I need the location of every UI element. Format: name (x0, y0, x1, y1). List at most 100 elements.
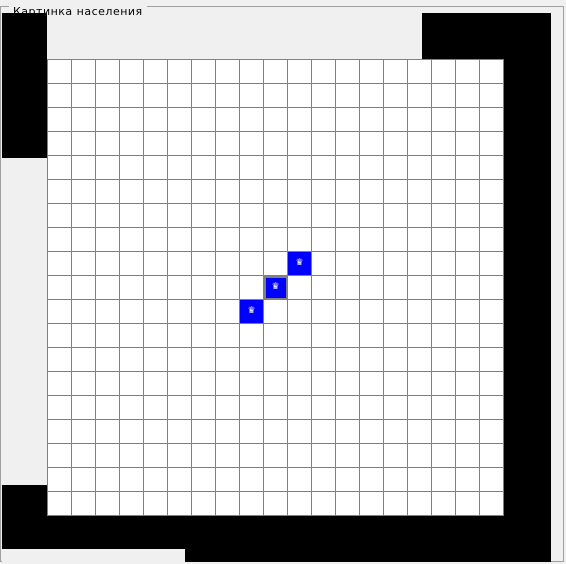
grid-cell[interactable] (264, 300, 288, 324)
grid-cell[interactable] (360, 60, 384, 84)
grid-cell[interactable] (48, 156, 72, 180)
grid-cell[interactable] (288, 444, 312, 468)
grid-cell[interactable] (312, 324, 336, 348)
grid-cell[interactable] (48, 300, 72, 324)
grid-cell[interactable] (192, 132, 216, 156)
grid-cell[interactable] (72, 324, 96, 348)
grid-cell[interactable] (48, 396, 72, 420)
grid-cell[interactable] (72, 348, 96, 372)
grid-cell[interactable] (360, 276, 384, 300)
grid-cell[interactable] (456, 60, 480, 84)
grid-cell[interactable] (312, 348, 336, 372)
grid-cell[interactable] (312, 444, 336, 468)
grid-cell[interactable] (360, 132, 384, 156)
grid-cell[interactable] (192, 372, 216, 396)
grid-cell[interactable] (168, 372, 192, 396)
grid-cell[interactable] (456, 396, 480, 420)
grid-cell[interactable] (360, 108, 384, 132)
grid-cell[interactable] (312, 228, 336, 252)
grid-cell[interactable] (384, 300, 408, 324)
grid-cell[interactable] (192, 60, 216, 84)
grid-cell[interactable] (480, 252, 504, 276)
grid-cell[interactable] (456, 468, 480, 492)
grid-cell[interactable] (72, 252, 96, 276)
grid-cell[interactable] (216, 108, 240, 132)
grid-cell[interactable] (192, 348, 216, 372)
grid-cell[interactable] (240, 372, 264, 396)
grid-cell[interactable] (408, 492, 432, 516)
grid-cell[interactable] (48, 372, 72, 396)
grid-cell[interactable] (384, 228, 408, 252)
grid-cell[interactable] (168, 324, 192, 348)
grid-cell[interactable] (456, 108, 480, 132)
grid-cell[interactable] (480, 300, 504, 324)
grid-cell[interactable] (288, 492, 312, 516)
grid-cell[interactable] (120, 300, 144, 324)
grid-cell[interactable] (96, 492, 120, 516)
grid-cell[interactable] (192, 252, 216, 276)
grid-cell[interactable] (312, 108, 336, 132)
grid-cell[interactable] (264, 84, 288, 108)
grid-cell[interactable] (192, 228, 216, 252)
grid-cell[interactable] (96, 420, 120, 444)
grid-cell[interactable] (336, 324, 360, 348)
grid-cell[interactable] (336, 108, 360, 132)
grid-cell[interactable] (360, 324, 384, 348)
grid-cell[interactable] (456, 204, 480, 228)
grid-cell[interactable] (384, 276, 408, 300)
grid-cell[interactable] (336, 348, 360, 372)
grid-cell[interactable] (312, 60, 336, 84)
grid-cell[interactable] (480, 204, 504, 228)
grid-cell[interactable] (312, 180, 336, 204)
grid-cell[interactable] (144, 396, 168, 420)
grid-cell[interactable] (144, 228, 168, 252)
grid-cell[interactable] (288, 84, 312, 108)
grid-cell[interactable] (168, 420, 192, 444)
grid-cell[interactable] (408, 300, 432, 324)
grid-cell[interactable] (264, 132, 288, 156)
grid-cell[interactable] (312, 252, 336, 276)
grid-cell[interactable] (144, 252, 168, 276)
grid-cell[interactable] (240, 180, 264, 204)
grid-cell[interactable] (216, 324, 240, 348)
grid-cell[interactable] (432, 180, 456, 204)
grid-cell[interactable] (48, 420, 72, 444)
grid-cell[interactable] (144, 108, 168, 132)
grid-cell[interactable] (96, 84, 120, 108)
grid-cell[interactable] (384, 132, 408, 156)
grid-cell[interactable] (288, 396, 312, 420)
grid-cell[interactable] (408, 276, 432, 300)
grid-cell[interactable] (264, 444, 288, 468)
grid-cell[interactable] (168, 300, 192, 324)
grid-cell[interactable] (336, 276, 360, 300)
grid-cell[interactable] (336, 204, 360, 228)
grid-cell[interactable] (288, 180, 312, 204)
grid-cell[interactable] (216, 204, 240, 228)
grid-cell[interactable] (480, 324, 504, 348)
grid-cell[interactable] (120, 396, 144, 420)
grid-cell[interactable] (120, 108, 144, 132)
grid-cell[interactable] (360, 492, 384, 516)
grid-cell[interactable] (96, 60, 120, 84)
grid-cell[interactable] (144, 348, 168, 372)
grid-cell[interactable] (264, 108, 288, 132)
grid-cell[interactable] (240, 156, 264, 180)
grid-cell[interactable] (192, 156, 216, 180)
grid-cell[interactable] (312, 468, 336, 492)
grid-cell[interactable] (384, 108, 408, 132)
grid-cell[interactable] (408, 468, 432, 492)
grid-cell[interactable] (456, 324, 480, 348)
grid-cell[interactable] (408, 420, 432, 444)
grid-cell[interactable] (456, 252, 480, 276)
grid-cell[interactable] (360, 396, 384, 420)
grid-cell[interactable] (432, 60, 456, 84)
grid-cell[interactable] (288, 228, 312, 252)
grid-cell[interactable] (96, 180, 120, 204)
grid-cell[interactable] (288, 372, 312, 396)
grid-cell[interactable] (96, 228, 120, 252)
grid-cell[interactable] (216, 180, 240, 204)
grid-cell[interactable] (336, 60, 360, 84)
grid-cell[interactable] (48, 84, 72, 108)
grid-cell[interactable] (432, 204, 456, 228)
grid-cell[interactable] (48, 324, 72, 348)
